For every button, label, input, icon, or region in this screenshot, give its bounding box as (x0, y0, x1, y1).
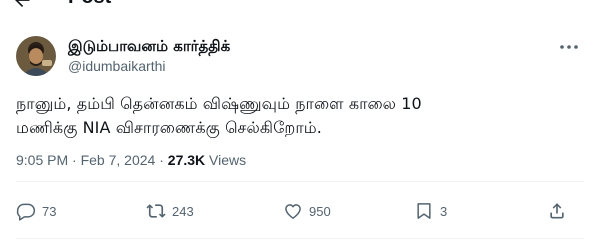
back-arrow-icon[interactable] (12, 0, 32, 10)
share-button[interactable] (547, 196, 573, 226)
bookmark-icon (417, 203, 431, 219)
author-name[interactable]: இடும்பாவனம் கார்த்திக் (68, 37, 230, 57)
tweet-time[interactable]: 9:05 PM (16, 152, 68, 168)
like-button[interactable]: 950 (283, 196, 331, 226)
views-count: 27.3K (167, 152, 206, 168)
page-title: Post (68, 0, 111, 9)
meta-separator: · (72, 152, 77, 168)
more-icon[interactable] (558, 42, 580, 52)
tweet-text: நானும், தம்பி தென்னகம் விஷ்ணுவும் நாளை க… (16, 92, 576, 140)
tweet-text-line: மணிக்கு NIA விசாரணைக்கு செல்கிறோம். (16, 118, 322, 137)
action-bar: 73 243 950 3 (16, 196, 584, 226)
views-label: Views (209, 152, 247, 168)
top-bar: Post (0, 0, 600, 10)
bookmark-button[interactable]: 3 (414, 196, 447, 226)
reply-button[interactable]: 73 (16, 196, 56, 226)
avatar[interactable] (16, 36, 56, 76)
reply-icon (16, 203, 36, 221)
meta-separator: · (159, 152, 164, 168)
tweet-text-line: நானும், தம்பி தென்னகம் விஷ்ணுவும் நாளை க… (16, 94, 422, 113)
reply-count: 73 (42, 203, 57, 219)
repost-button[interactable]: 243 (146, 196, 194, 226)
like-count: 950 (309, 203, 331, 219)
tweet-date[interactable]: Feb 7, 2024 (81, 152, 156, 168)
author-handle[interactable]: @idumbaikarthi (68, 58, 165, 74)
divider (16, 238, 584, 239)
repost-count: 243 (172, 203, 194, 219)
divider (16, 181, 584, 182)
share-icon (550, 203, 564, 219)
like-icon (285, 204, 301, 219)
tweet-header: இடும்பாவனம் கார்த்திக் @idumbaikarthi (16, 36, 584, 80)
tweet-meta: 9:05 PM · Feb 7, 2024 · 27.3K Views (16, 152, 246, 168)
bookmark-count: 3 (440, 203, 448, 219)
repost-icon (146, 204, 166, 218)
